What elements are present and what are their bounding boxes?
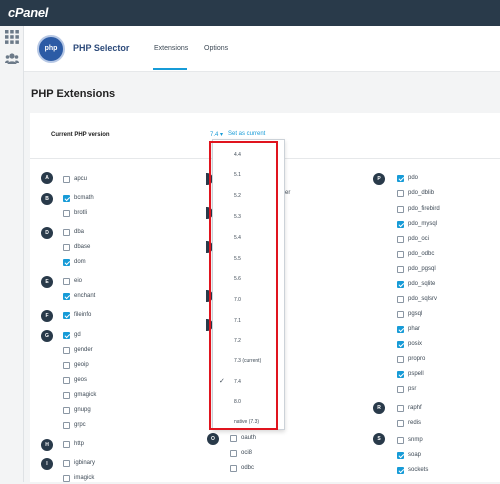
page-title: PHP Extensions <box>31 88 116 100</box>
letter-badge: G <box>41 330 53 342</box>
extension-label-partial: er <box>285 190 291 196</box>
letter-badge: S <box>373 433 385 445</box>
tab-extensions[interactable]: Extensions <box>154 45 188 52</box>
letter-badge: A <box>41 172 53 184</box>
letter-badge: H <box>41 439 53 451</box>
letter-badge: O <box>207 433 219 445</box>
letter-badge: B <box>41 193 53 205</box>
active-tab-indicator <box>153 68 187 70</box>
red-highlight-box <box>209 141 278 430</box>
letter-badge: F <box>41 310 53 322</box>
grid-icon[interactable] <box>5 30 19 44</box>
php-version-label: Current PHP version <box>51 132 110 138</box>
letter-badge: I <box>41 458 53 470</box>
cpanel-logo[interactable]: cPanel <box>8 5 48 20</box>
letter-badge: R <box>373 402 385 414</box>
top-bar: cPanel <box>0 0 500 26</box>
tab-options[interactable]: Options <box>204 45 228 52</box>
set-as-current-link[interactable]: Set as current <box>228 131 265 137</box>
php-version-select[interactable]: 7.4 ▾ <box>210 131 223 138</box>
php-logo-icon: php <box>37 35 65 63</box>
app-header: php PHP Selector Extensions Options <box>24 26 500 72</box>
letter-badge: D <box>41 227 53 239</box>
letter-badge: P <box>373 173 385 185</box>
app-title: PHP Selector <box>73 43 130 53</box>
letter-badge: E <box>41 276 53 288</box>
left-sidebar <box>0 26 24 482</box>
users-icon[interactable] <box>5 52 19 66</box>
